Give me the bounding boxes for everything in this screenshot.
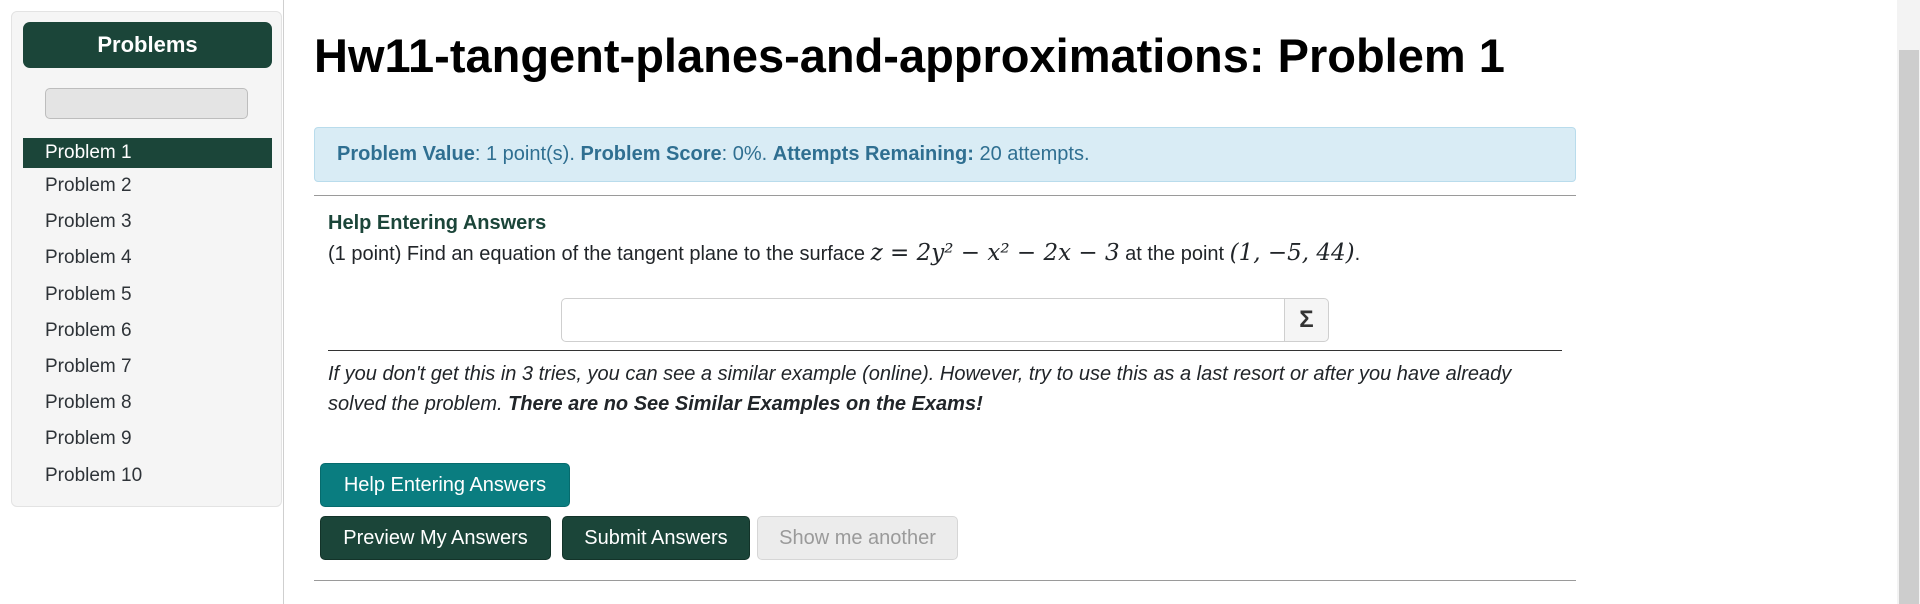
sidebar-item-problem-7[interactable]: Problem 7 <box>23 349 272 385</box>
divider-middle <box>328 350 1562 351</box>
attempts-remaining-label: Attempts Remaining: <box>772 143 974 165</box>
page-title: Hw11-tangent-planes-and-approximations: … <box>314 29 1505 82</box>
answer-input[interactable] <box>561 298 1285 342</box>
attempts-remaining-text: 20 attempts. <box>973 143 1090 165</box>
show-me-another-button[interactable]: Show me another <box>757 516 958 560</box>
sidebar-item-problem-1[interactable]: Problem 1 <box>23 138 272 168</box>
sidebar-item-problem-10[interactable]: Problem 10 <box>23 458 272 494</box>
surface-equation: z = 2y² − x² − 2x − 3 <box>870 240 1120 266</box>
tangent-point: (1, −5, 44) <box>1229 240 1355 266</box>
sidebar-title: Problems <box>23 22 272 68</box>
sidebar-item-problem-6[interactable]: Problem 6 <box>23 313 272 349</box>
problem-middle: at the point <box>1119 243 1230 265</box>
equation-editor-button[interactable]: Σ <box>1285 298 1329 342</box>
problem-statement: (1 point) Find an equation of the tangen… <box>328 240 1360 266</box>
sidebar-item-problem-9[interactable]: Problem 9 <box>23 421 272 457</box>
problem-prefix: (1 point) Find an equation of the tangen… <box>328 243 871 265</box>
sidebar-search-input[interactable] <box>45 88 248 119</box>
problem-list: Problem 1 Problem 2 Problem 3 Problem 4 … <box>23 138 272 494</box>
sidebar-divider <box>283 0 284 604</box>
help-entering-answers-link[interactable]: Help Entering Answers <box>328 212 546 235</box>
similar-example-hint: If you don't get this in 3 tries, you ca… <box>328 359 1568 419</box>
help-entering-answers-button[interactable]: Help Entering Answers <box>320 463 570 507</box>
divider-bottom <box>314 580 1576 581</box>
preview-answers-button[interactable]: Preview My Answers <box>320 516 551 560</box>
divider-top <box>314 195 1576 196</box>
problem-score-text: : 0%. <box>721 143 773 165</box>
hint-bold: There are no See Similar Examples on the… <box>508 393 983 415</box>
problem-value-text: : 1 point(s). <box>474 143 581 165</box>
problem-value-label: Problem Value <box>337 143 475 165</box>
problems-sidebar: Problems Problem 1 Problem 2 Problem 3 P… <box>11 11 282 507</box>
sidebar-item-problem-4[interactable]: Problem 4 <box>23 240 272 276</box>
problem-info-bar: Problem Value : 1 point(s). Problem Scor… <box>314 127 1576 182</box>
sidebar-item-problem-8[interactable]: Problem 8 <box>23 385 272 421</box>
sidebar-item-problem-5[interactable]: Problem 5 <box>23 277 272 313</box>
problem-score-label: Problem Score <box>580 143 722 165</box>
scrollbar-thumb[interactable] <box>1899 50 1919 604</box>
submit-answers-button[interactable]: Submit Answers <box>562 516 750 560</box>
problem-suffix: . <box>1354 243 1361 265</box>
sidebar-item-problem-3[interactable]: Problem 3 <box>23 204 272 240</box>
sidebar-item-problem-2[interactable]: Problem 2 <box>23 168 272 204</box>
